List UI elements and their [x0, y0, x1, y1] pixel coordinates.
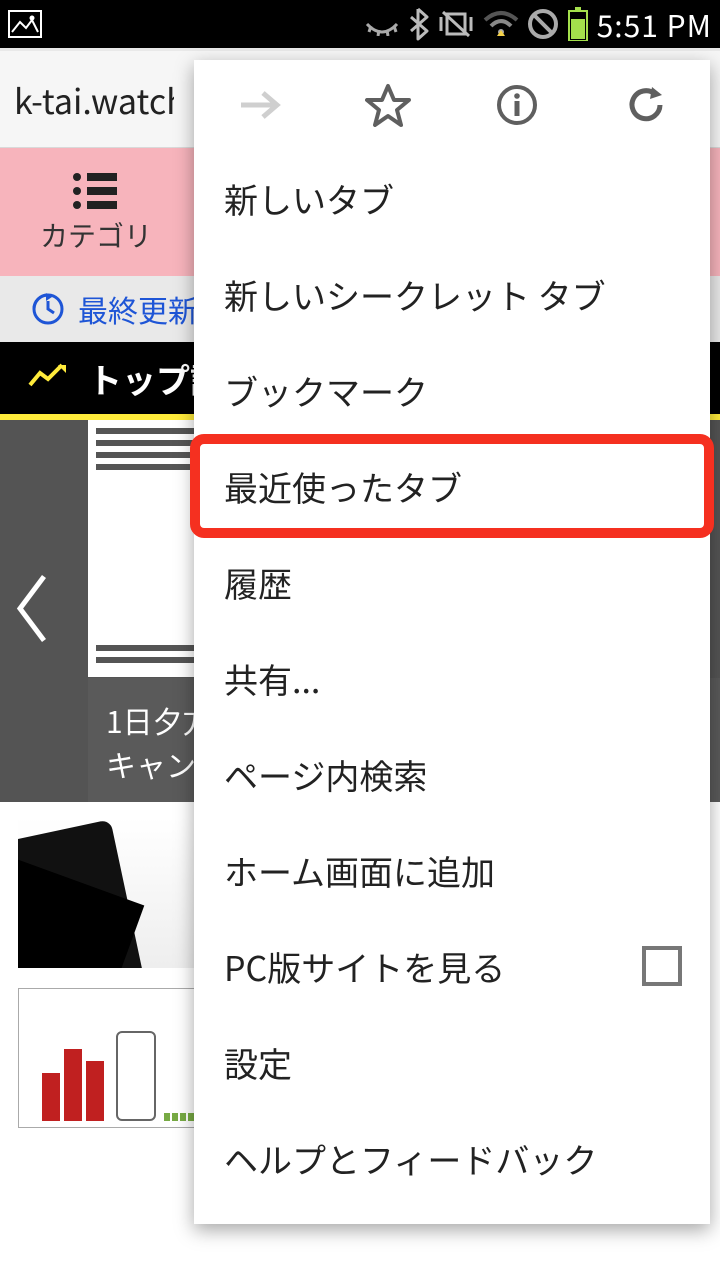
menu-settings[interactable]: 設定: [194, 1014, 710, 1110]
menu-item-label: ページ内検索: [224, 750, 427, 799]
menu-new-tab[interactable]: 新しいタブ: [194, 150, 710, 246]
menu-bookmarks[interactable]: ブックマーク: [194, 342, 710, 438]
battery-icon: [567, 7, 589, 41]
info-icon[interactable]: [490, 78, 544, 132]
article-thumbnail: [18, 818, 218, 968]
menu-item-label: PC版サイトを見る: [224, 942, 505, 991]
status-time: 5:51 PM: [597, 2, 712, 46]
menu-help-feedback[interactable]: ヘルプとフィードバック: [194, 1110, 710, 1206]
menu-item-label: ヘルプとフィードバック: [224, 1134, 597, 1183]
menu-item-label: 新しいタブ: [224, 174, 394, 223]
reload-icon[interactable]: [619, 78, 673, 132]
menu-find-in-page[interactable]: ページ内検索: [194, 726, 710, 822]
menu-add-to-homescreen[interactable]: ホーム画面に追加: [194, 822, 710, 918]
menu-item-label: 最近使ったタブ: [224, 462, 462, 511]
no-signal-icon: [527, 8, 559, 40]
url-field[interactable]: k-tai.watch: [14, 75, 174, 124]
clock-refresh-icon: [30, 291, 66, 327]
bluetooth-icon: [407, 7, 429, 41]
eye-off-icon: [365, 12, 399, 36]
menu-history[interactable]: 履歴: [194, 534, 710, 630]
forward-icon: [232, 78, 286, 132]
category-button[interactable]: カテゴリ: [40, 169, 152, 255]
browser-overflow-menu: 新しいタブ 新しいシークレット タブ ブックマーク 最近使ったタブ 履歴 共有.…: [194, 60, 710, 1224]
menu-share[interactable]: 共有...: [194, 630, 710, 726]
menu-item-label: 共有...: [224, 654, 320, 703]
menu-recent-tabs[interactable]: 最近使ったタブ: [194, 438, 710, 534]
menu-new-incognito-tab[interactable]: 新しいシークレット タブ: [194, 246, 710, 342]
vibrate-mute-icon: [437, 8, 475, 40]
desktop-site-checkbox[interactable]: [642, 946, 682, 986]
menu-item-label: 設定: [224, 1038, 292, 1087]
category-label: カテゴリ: [40, 215, 152, 255]
menu-item-label: 新しいシークレット タブ: [224, 270, 606, 319]
list-icon: [69, 169, 123, 209]
article-thumbnail: [18, 988, 218, 1128]
menu-item-label: ブックマーク: [224, 366, 428, 415]
menu-desktop-site[interactable]: PC版サイトを見る: [194, 918, 710, 1014]
menu-item-label: 履歴: [224, 558, 292, 607]
trending-icon: [28, 363, 68, 394]
android-status-bar: 5:51 PM: [0, 0, 720, 48]
menu-icon-row: [194, 60, 710, 150]
picture-icon: [8, 10, 42, 38]
star-icon[interactable]: [361, 78, 415, 132]
carousel-prev-icon[interactable]: [12, 569, 52, 654]
menu-item-label: ホーム画面に追加: [224, 846, 495, 895]
wifi-icon: [483, 10, 519, 38]
